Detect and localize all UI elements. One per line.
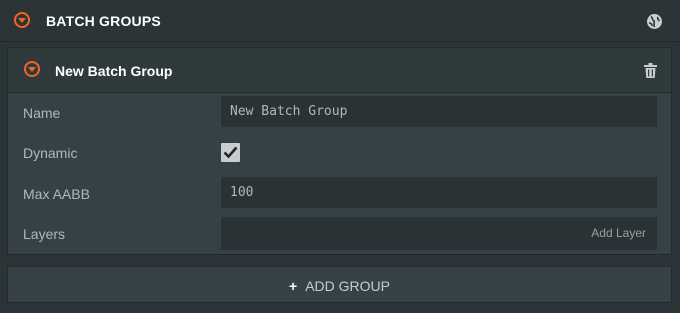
max-aabb-label: Max AABB <box>23 186 90 202</box>
collapse-toggle-icon[interactable] <box>14 12 30 28</box>
dynamic-checkbox[interactable] <box>221 143 240 162</box>
add-group-button[interactable]: + ADD GROUP <box>7 266 672 303</box>
checkmark-icon <box>223 146 238 159</box>
add-group-label: ADD GROUP <box>305 278 390 294</box>
layers-field[interactable]: Add Layer <box>221 217 657 250</box>
name-input[interactable]: New Batch Group <box>221 96 657 127</box>
dynamic-label: Dynamic <box>23 145 78 161</box>
globe-icon[interactable] <box>646 13 663 30</box>
plus-icon: + <box>289 278 298 294</box>
name-label: Name <box>23 105 61 121</box>
layers-label: Layers <box>23 226 66 242</box>
batch-group-header[interactable]: New Batch Group <box>8 48 671 93</box>
add-layer-button[interactable]: Add Layer <box>591 226 646 240</box>
group-collapse-toggle-icon[interactable] <box>24 61 40 77</box>
group-title: New Batch Group <box>55 63 173 79</box>
max-aabb-input[interactable]: 100 <box>221 177 657 208</box>
batch-groups-panel-header[interactable]: BATCH GROUPS <box>0 0 680 42</box>
trash-icon[interactable] <box>644 63 657 78</box>
batch-group-card: New Batch Group Name New Batch Group Dyn… <box>7 47 672 255</box>
panel-title: BATCH GROUPS <box>46 13 161 29</box>
